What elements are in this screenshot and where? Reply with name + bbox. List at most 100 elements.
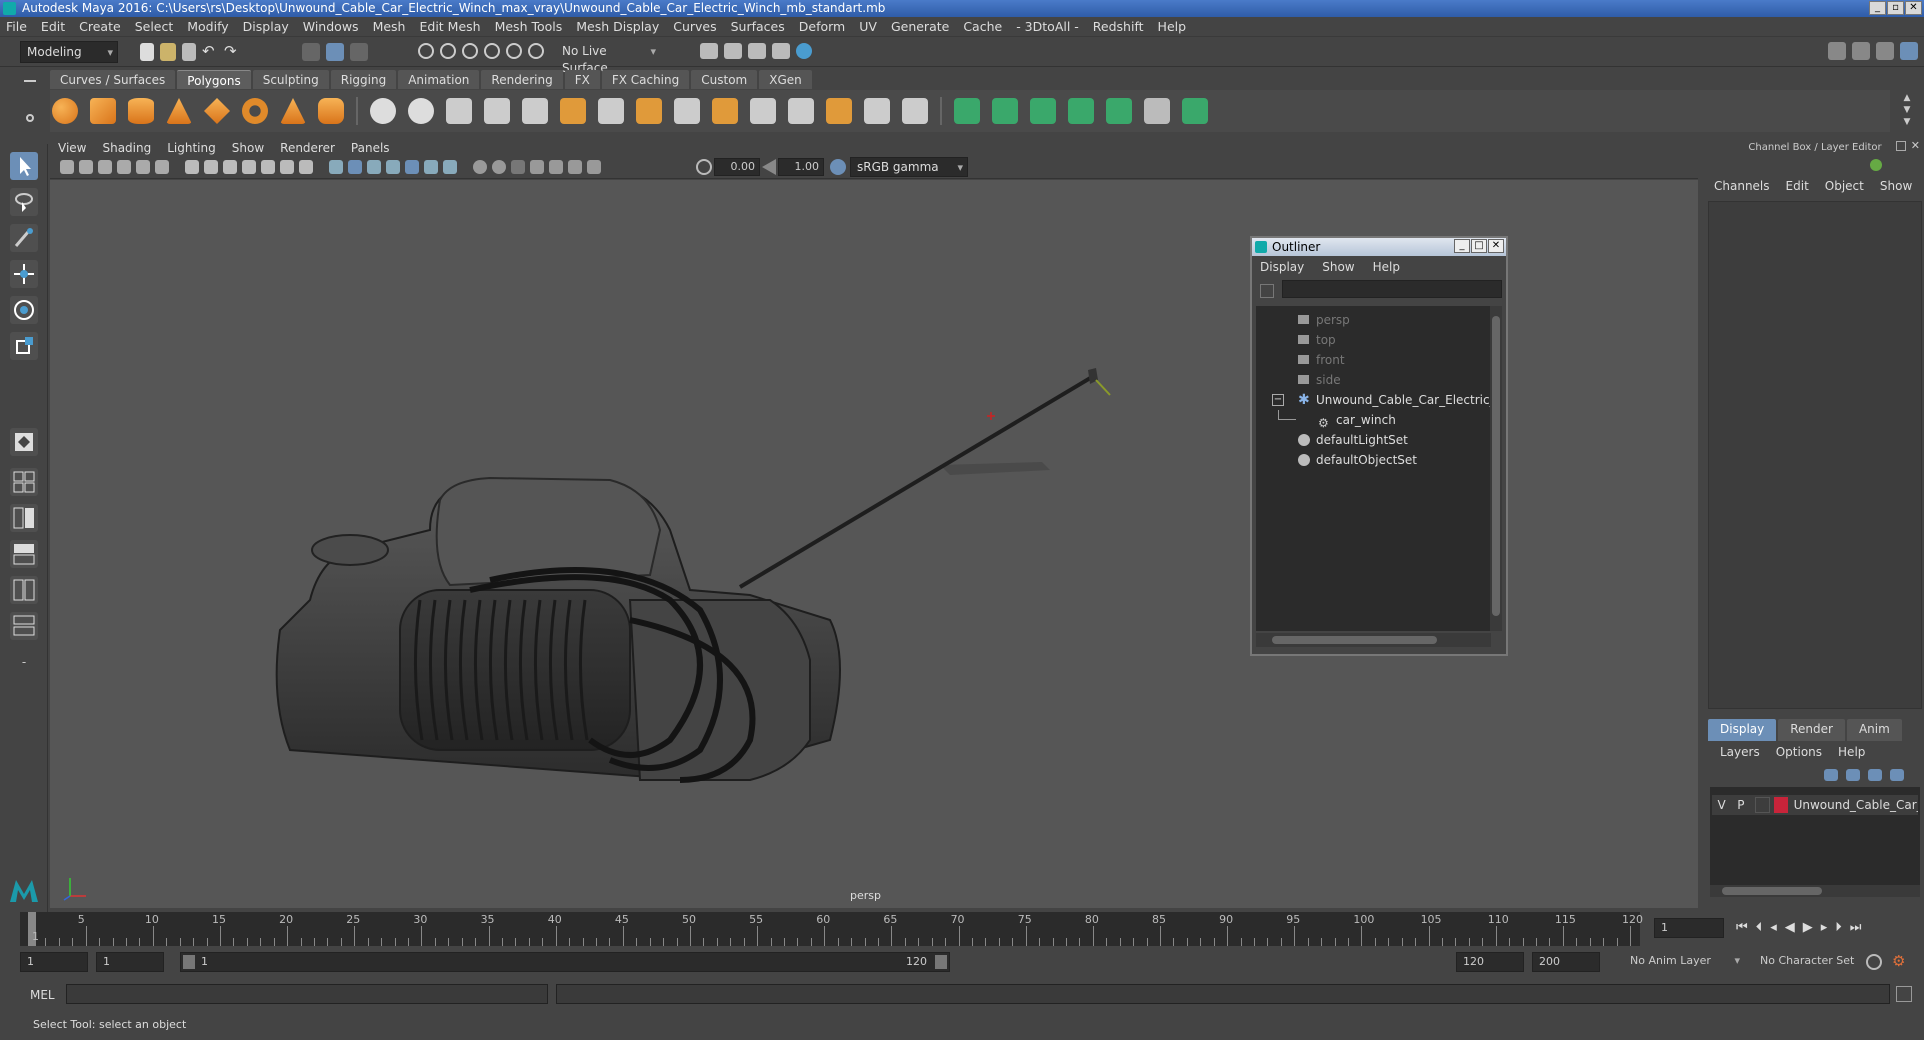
merge-icon[interactable] (674, 98, 700, 124)
outliner-search-input[interactable] (1282, 280, 1502, 298)
render-view-icon[interactable] (796, 43, 812, 59)
undo-icon[interactable]: ↶ (202, 43, 218, 61)
menu-cache[interactable]: Cache (963, 19, 1002, 34)
resolution-gate-icon[interactable] (223, 160, 237, 174)
layer-color-swatch[interactable] (1774, 797, 1788, 813)
layer-name[interactable]: Unwound_Cable_Car_ (1794, 798, 1918, 812)
shelf-tab-fx-caching[interactable]: FX Caching (601, 70, 690, 89)
toolbox-more-icon[interactable]: - (10, 650, 38, 678)
menu-3dtoall[interactable]: - 3DtoAll - (1016, 19, 1079, 34)
layout-options-icon[interactable] (10, 612, 38, 640)
camera-attributes-icon[interactable] (79, 160, 93, 174)
playback-start-field[interactable]: 1 (96, 952, 164, 972)
menu-curves[interactable]: Curves (673, 19, 716, 34)
shelf-tab-polygons[interactable]: Polygons (177, 70, 251, 89)
layer-tab-display[interactable]: Display (1708, 719, 1777, 741)
outliner-filter-icon[interactable] (1260, 284, 1274, 298)
close-button[interactable]: ✕ (1905, 1, 1922, 15)
image-plane-icon[interactable] (117, 160, 131, 174)
poly-plane-icon[interactable] (204, 98, 230, 124)
anti-aliasing-icon[interactable] (492, 160, 506, 174)
uv-unfold-icon[interactable] (1106, 98, 1132, 124)
menu-edit-mesh[interactable]: Edit Mesh (419, 19, 480, 34)
xray-joints-icon[interactable] (568, 160, 582, 174)
tool-settings-icon[interactable] (1876, 42, 1894, 60)
outliner-item-car-winch[interactable]: ⚙ car_winch (1256, 410, 1491, 430)
fill-hole-icon[interactable] (712, 98, 738, 124)
auto-key-icon[interactable] (1866, 954, 1882, 970)
layer-playback-toggle[interactable]: P (1731, 798, 1750, 812)
mel-input[interactable] (66, 984, 548, 1004)
outliner-titlebar[interactable]: Outliner _ □ ✕ (1252, 238, 1506, 256)
snap-curve-icon[interactable] (440, 43, 456, 59)
menu-help[interactable]: Help (1158, 19, 1187, 34)
minimize-button[interactable]: _ (1869, 1, 1886, 15)
menu-edit[interactable]: Edit (41, 19, 65, 34)
layout-stacked-icon[interactable] (10, 540, 38, 568)
layout-four-pane-icon[interactable] (10, 468, 38, 496)
xray-components-icon[interactable] (587, 160, 601, 174)
smooth-shade-icon[interactable] (348, 160, 362, 174)
separate-icon[interactable] (408, 98, 434, 124)
save-scene-icon[interactable] (182, 43, 196, 61)
outliner-menu-display[interactable]: Display (1260, 260, 1304, 274)
poly-cube-icon[interactable] (90, 98, 116, 124)
depth-of-field-icon[interactable] (511, 160, 525, 174)
poly-pipe-icon[interactable] (318, 98, 344, 124)
layer-tab-anim[interactable]: Anim (1846, 719, 1902, 741)
field-chart-icon[interactable] (261, 160, 275, 174)
viewport-menu-shading[interactable]: Shading (102, 141, 151, 155)
move-layer-down-icon[interactable] (1846, 769, 1860, 781)
shelf-tab-rigging[interactable]: Rigging (330, 70, 397, 89)
viewport-menu-view[interactable]: View (58, 141, 86, 155)
exposure-field[interactable]: 0.00 (714, 158, 760, 176)
render-frame-icon[interactable] (700, 43, 718, 59)
combine-icon[interactable] (370, 98, 396, 124)
maximize-button[interactable]: ▫ (1887, 1, 1904, 15)
menu-modify[interactable]: Modify (187, 19, 228, 34)
menu-surfaces[interactable]: Surfaces (731, 19, 785, 34)
uv-cylindrical-icon[interactable] (992, 98, 1018, 124)
shelf-tab-animation[interactable]: Animation (398, 70, 480, 89)
select-by-component-icon[interactable] (350, 43, 368, 61)
gamma-icon[interactable] (762, 159, 776, 175)
2d-pan-zoom-icon[interactable] (136, 160, 150, 174)
motion-blur-icon[interactable] (473, 160, 487, 174)
panel-close-icon[interactable]: ✕ (1911, 139, 1920, 152)
safe-title-icon[interactable] (299, 160, 313, 174)
outliner-item-top[interactable]: top (1256, 330, 1491, 350)
outliner-item-persp[interactable]: persp (1256, 310, 1491, 330)
menu-create[interactable]: Create (79, 19, 121, 34)
snap-view-icon[interactable] (484, 43, 500, 59)
menu-mesh-tools[interactable]: Mesh Tools (495, 19, 563, 34)
wireframe-icon[interactable] (329, 160, 343, 174)
quad-draw-icon[interactable] (902, 98, 928, 124)
viewport-menu-panels[interactable]: Panels (351, 141, 390, 155)
panel-float-icon[interactable] (1896, 141, 1906, 151)
outliner-item-default-object-set[interactable]: defaultObjectSet (1256, 450, 1491, 470)
step-back-key-icon[interactable]: ⏴ (1756, 920, 1763, 935)
layout-single-pane-icon[interactable] (10, 428, 38, 456)
viewport-menu-lighting[interactable]: Lighting (167, 141, 216, 155)
camera-select-icon[interactable] (60, 160, 74, 174)
xray-icon[interactable] (549, 160, 563, 174)
new-layer-from-selected-icon[interactable] (1890, 769, 1904, 781)
menu-display[interactable]: Display (243, 19, 289, 34)
render-settings-icon[interactable] (748, 43, 766, 59)
outliner-horizontal-scrollbar[interactable] (1256, 633, 1491, 647)
bevel-icon[interactable] (636, 98, 662, 124)
snap-surface-icon[interactable] (506, 43, 522, 59)
step-forward-frame-icon[interactable]: ▸ (1821, 920, 1828, 935)
anim-layer-dropdown[interactable]: No Anim Layer ▾ (1624, 952, 1742, 972)
shelf-tab-custom[interactable]: Custom (691, 70, 758, 89)
playback-end-field[interactable]: 120 (1456, 952, 1524, 972)
color-space-dropdown[interactable]: sRGB gamma (850, 157, 968, 177)
snap-grid-icon[interactable] (418, 43, 434, 59)
poly-cone-icon[interactable] (166, 98, 192, 124)
channel-box-menu-edit[interactable]: Edit (1786, 179, 1809, 193)
modeling-toolkit-icon[interactable] (1828, 42, 1846, 60)
outliner-close-button[interactable]: ✕ (1488, 239, 1504, 253)
gate-mask-icon[interactable] (242, 160, 256, 174)
layer-menu-help[interactable]: Help (1838, 745, 1865, 759)
shelf-tab-sculpting[interactable]: Sculpting (252, 70, 329, 89)
